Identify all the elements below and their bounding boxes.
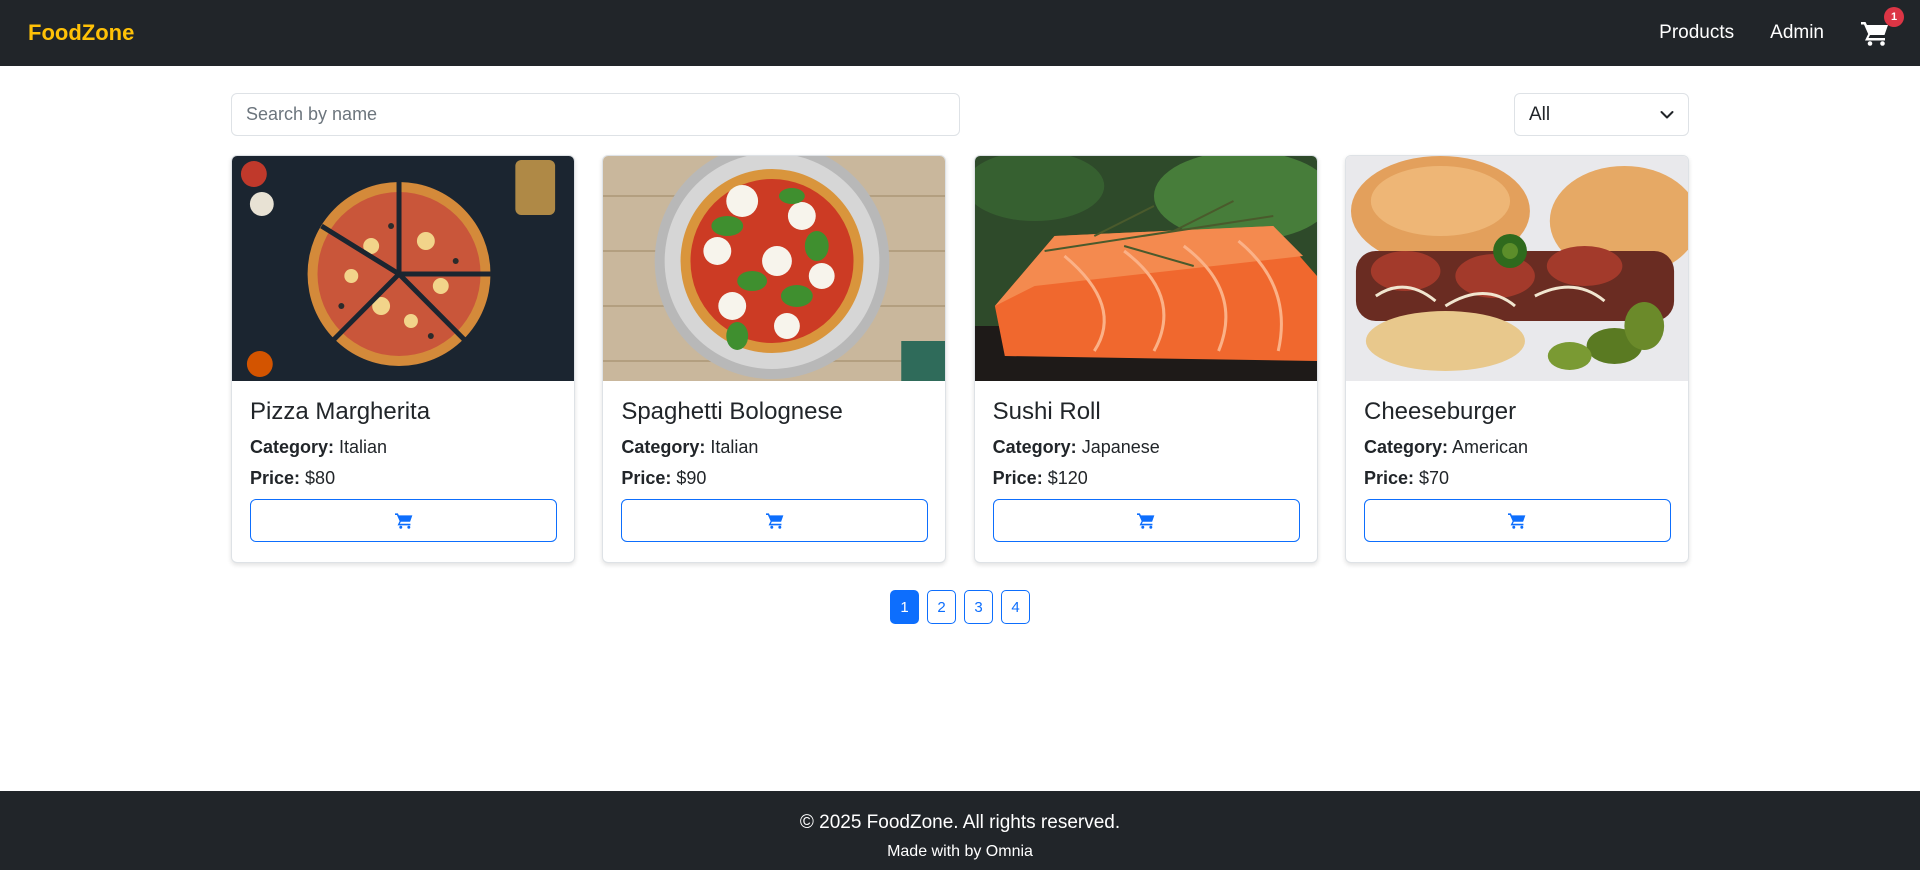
- add-to-cart-button[interactable]: [621, 498, 929, 542]
- footer: © 2025 FoodZone. All rights reserved. Ma…: [0, 791, 1920, 870]
- product-grid: Pizza Margherita Category: Italian Price…: [231, 155, 1689, 563]
- product-card: Spaghetti Bolognese Category: Italian Pr…: [602, 155, 947, 563]
- product-image-pizza: [232, 156, 574, 381]
- add-to-cart-button[interactable]: [1363, 498, 1671, 542]
- product-category: Category: Italian: [250, 437, 556, 459]
- card-body: Cheeseburger Category: American Price: $…: [1346, 381, 1688, 542]
- product-price: Price: $120: [993, 468, 1299, 490]
- nav-link-admin[interactable]: Admin: [1770, 22, 1824, 44]
- nav-cart-button[interactable]: 1: [1860, 7, 1904, 48]
- navbar: FoodZone Products Admin 1: [0, 0, 1920, 66]
- price-value: $80: [305, 467, 336, 488]
- price-value: $70: [1419, 467, 1450, 488]
- product-name: Pizza Margherita: [250, 398, 431, 425]
- product-price: Price: $80: [250, 468, 556, 490]
- product-image-spaghetti: [603, 156, 946, 381]
- category-label: Category:: [621, 437, 706, 458]
- card-body: Sushi Roll Category: Japanese Price: $12…: [975, 381, 1317, 542]
- footer-credit: Made with by Omnia: [887, 843, 1033, 860]
- cart-icon: [1861, 22, 1888, 46]
- product-name: Spaghetti Bolognese: [621, 398, 843, 425]
- category-label: Category:: [992, 437, 1077, 458]
- nav-link-products[interactable]: Products: [1659, 22, 1734, 44]
- product-image-cheeseburger: [1345, 156, 1688, 381]
- product-price: Price: $90: [621, 468, 927, 490]
- card-body: Spaghetti Bolognese Category: Italian Pr…: [603, 381, 945, 542]
- category-value: Italian: [339, 437, 388, 458]
- cart-icon: [765, 513, 784, 529]
- product-image-sushi: [974, 156, 1317, 381]
- product-price: Price: $70: [1364, 468, 1670, 490]
- cart-icon: [394, 513, 412, 529]
- cart-count-badge: 1: [1884, 7, 1904, 27]
- price-value: $120: [1047, 467, 1088, 488]
- cart-icon: [1137, 513, 1155, 529]
- price-label: Price:: [250, 467, 301, 488]
- pagination: 1 2 3 4: [0, 590, 1920, 624]
- product-category: Category: American: [1364, 437, 1670, 459]
- add-to-cart-button[interactable]: [250, 498, 557, 542]
- price-label: Price:: [992, 467, 1043, 488]
- product-card: Sushi Roll Category: Japanese Price: $12…: [973, 155, 1318, 563]
- footer-copyright: © 2025 FoodZone. All rights reserved.: [799, 812, 1121, 833]
- category-value: American: [1452, 437, 1529, 458]
- chevron-down-icon: [1660, 110, 1674, 118]
- search-input[interactable]: [231, 93, 960, 136]
- category-value: Japanese: [1081, 437, 1160, 458]
- page-button-1[interactable]: 1: [890, 590, 919, 624]
- product-name: Sushi Roll: [992, 398, 1101, 425]
- product-card: Cheeseburger Category: American Price: $…: [1344, 155, 1689, 563]
- category-select[interactable]: All: [1514, 93, 1689, 136]
- brand-logo[interactable]: FoodZone: [28, 20, 134, 46]
- product-card: Pizza Margherita Category: Italian Price…: [231, 155, 575, 563]
- product-category: Category: Italian: [621, 437, 927, 459]
- page-button-4[interactable]: 4: [1001, 590, 1030, 624]
- page-button-2[interactable]: 2: [927, 590, 956, 624]
- cart-icon: [1508, 513, 1526, 529]
- card-body: Pizza Margherita Category: Italian Price…: [232, 381, 574, 542]
- page-button-3[interactable]: 3: [964, 590, 993, 624]
- price-label: Price:: [621, 467, 672, 488]
- product-category: Category: Japanese: [993, 437, 1299, 459]
- price-value: $90: [676, 467, 707, 488]
- category-select-value: All: [1529, 103, 1551, 125]
- nav-links: Products Admin 1: [1623, 0, 1904, 66]
- category-label: Category:: [250, 437, 335, 458]
- add-to-cart-button[interactable]: [992, 498, 1300, 542]
- price-label: Price:: [1363, 467, 1415, 488]
- filter-toolbar: All: [231, 93, 1689, 136]
- category-label: Category:: [1363, 437, 1448, 458]
- product-name: Cheeseburger: [1363, 398, 1517, 425]
- category-value: Italian: [710, 437, 759, 458]
